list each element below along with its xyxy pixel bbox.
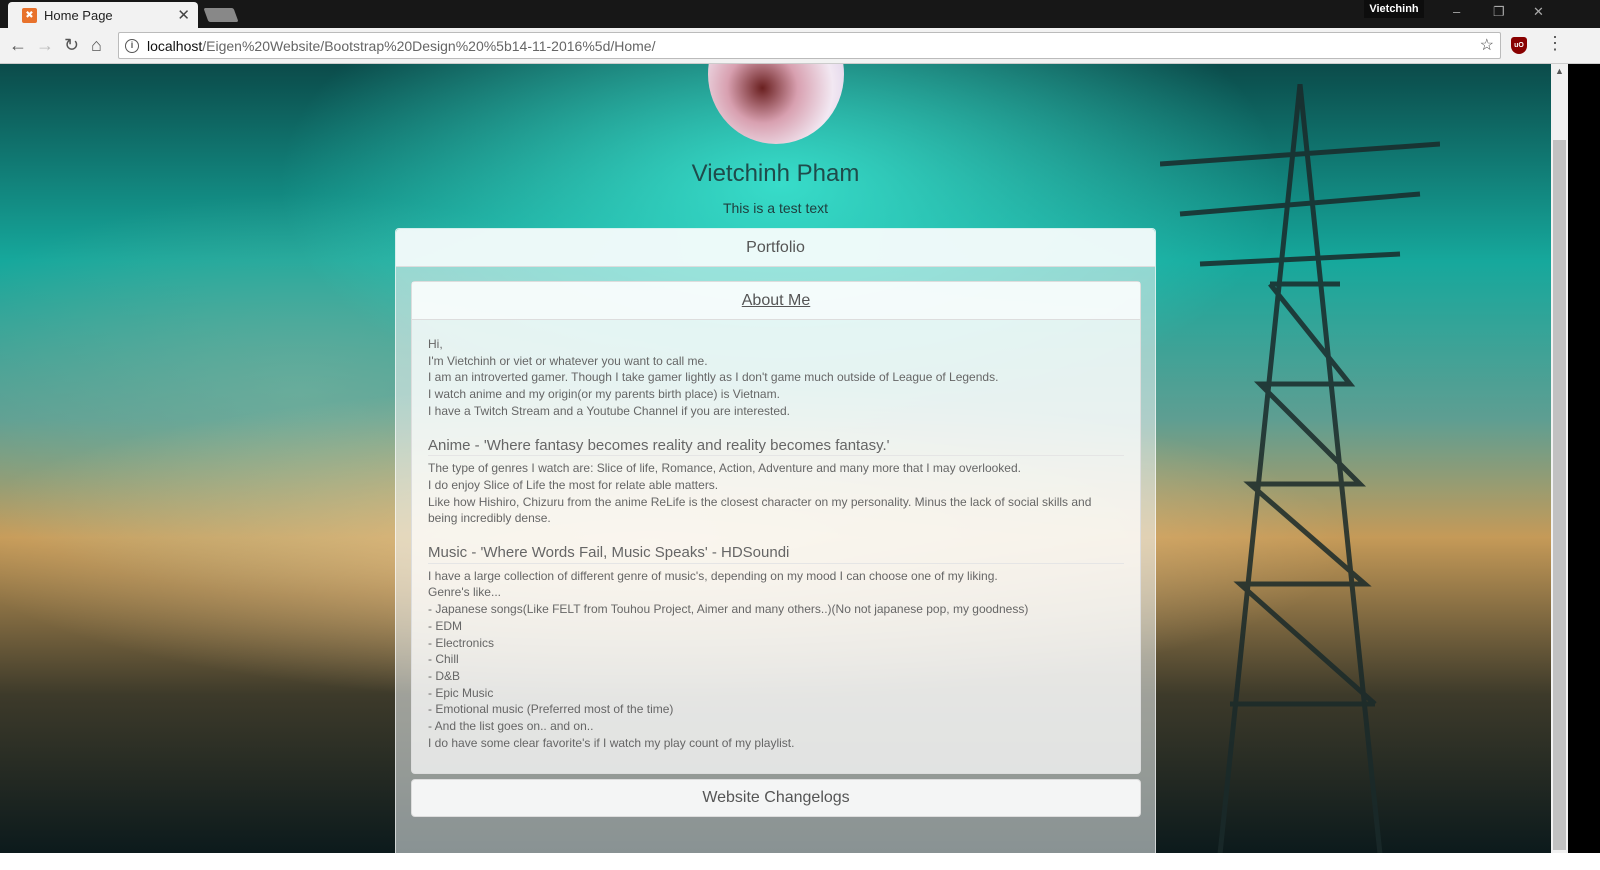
text-line: I have a large collection of different g… bbox=[428, 568, 998, 583]
text-line: Like how Hishiro, Chizuru from the anime… bbox=[428, 494, 1092, 526]
text-line: I do have some clear favorite's if I wat… bbox=[428, 735, 795, 750]
bookmark-star-icon[interactable]: ☆ bbox=[1480, 35, 1494, 55]
reload-icon[interactable]: ↻ bbox=[64, 35, 79, 56]
scroll-up-icon[interactable]: ▲ bbox=[1555, 66, 1564, 76]
menu-icon[interactable]: ⋮ bbox=[1546, 33, 1564, 54]
close-window-icon[interactable]: ✕ bbox=[1533, 4, 1544, 20]
avatar bbox=[708, 64, 844, 144]
portfolio-panel: Portfolio About Me Hi, I'm Vietchinh or … bbox=[395, 228, 1156, 853]
about-me-card: About Me Hi, I'm Vietchinh or viet or wh… bbox=[411, 281, 1141, 774]
profile-subtitle: This is a test text bbox=[722, 200, 829, 216]
intro-text: Hi, I'm Vietchinh or viet or whatever yo… bbox=[428, 336, 1124, 420]
close-tab-icon[interactable]: ✕ bbox=[177, 6, 190, 24]
text-line: - Epic Music bbox=[428, 685, 494, 700]
text-line: I'm Vietchinh or viet or whatever you wa… bbox=[428, 353, 708, 368]
text-line: - Japanese songs(Like FELT from Touhou P… bbox=[428, 602, 1029, 617]
text-line: - Emotional music (Preferred most of the… bbox=[428, 702, 674, 717]
text-line: Genre's like... bbox=[428, 585, 501, 600]
xampp-favicon-icon: ✖ bbox=[22, 7, 37, 23]
text-line: The type of genres I watch are: Slice of… bbox=[428, 461, 1021, 476]
text-line: I am an introverted gamer. Though I take… bbox=[428, 370, 999, 385]
anime-heading: Anime - 'Where fantasy becomes reality a… bbox=[428, 437, 1124, 457]
profile-name: Vietchinh Pham bbox=[691, 160, 860, 187]
portfolio-title: Portfolio bbox=[396, 229, 1155, 267]
tab-bar: ✖ Home Page ✕ Vietchinh – ❐ ✕ bbox=[0, 0, 1600, 28]
website-changelogs-button[interactable]: Website Changelogs bbox=[411, 779, 1141, 817]
text-line: - And the list goes on.. and on.. bbox=[428, 719, 594, 734]
about-me-link[interactable]: About Me bbox=[742, 292, 810, 309]
music-heading: Music - 'Where Words Fail, Music Speaks'… bbox=[428, 544, 1124, 564]
profile-button[interactable]: Vietchinh bbox=[1364, 0, 1424, 18]
minimize-icon[interactable]: – bbox=[1453, 4, 1460, 19]
tab-title: Home Page bbox=[44, 7, 113, 23]
ublock-icon[interactable]: uO bbox=[1511, 37, 1527, 54]
address-bar[interactable]: i localhost/Eigen%20Website/Bootstrap%20… bbox=[118, 32, 1501, 59]
text-line: - Electronics bbox=[428, 635, 495, 650]
home-icon[interactable]: ⌂ bbox=[91, 35, 102, 56]
text-line: I do enjoy Slice of Life the most for re… bbox=[428, 477, 719, 492]
text-line: - D&B bbox=[428, 668, 461, 683]
scrollbar[interactable]: ▲ bbox=[1551, 64, 1568, 853]
text-line: - EDM bbox=[428, 618, 462, 633]
tab-home-page[interactable]: ✖ Home Page ✕ bbox=[8, 2, 198, 28]
restore-icon[interactable]: ❐ bbox=[1493, 4, 1505, 20]
text-line: I watch anime and my origin(or my parent… bbox=[428, 387, 780, 402]
text-line: - Chill bbox=[428, 652, 459, 667]
browser-toolbar: ← → ↻ ⌂ i localhost/Eigen%20Website/Boot… bbox=[0, 28, 1600, 64]
forward-icon[interactable]: → bbox=[36, 35, 54, 56]
url-host: localhost bbox=[147, 37, 203, 54]
text-line: I have a Twitch Stream and a Youtube Cha… bbox=[428, 403, 791, 418]
info-icon[interactable]: i bbox=[125, 38, 139, 53]
scrollbar-thumb[interactable] bbox=[1553, 140, 1566, 850]
back-icon[interactable]: ← bbox=[9, 35, 27, 56]
url-path: /Eigen%20Website/Bootstrap%20Design%20%5… bbox=[202, 37, 656, 54]
new-tab-button[interactable] bbox=[203, 8, 239, 22]
window-bottom bbox=[0, 853, 1600, 870]
text-line: Hi, bbox=[428, 337, 443, 351]
page-content: Vietchinh Pham This is a test text Portf… bbox=[0, 64, 1551, 853]
